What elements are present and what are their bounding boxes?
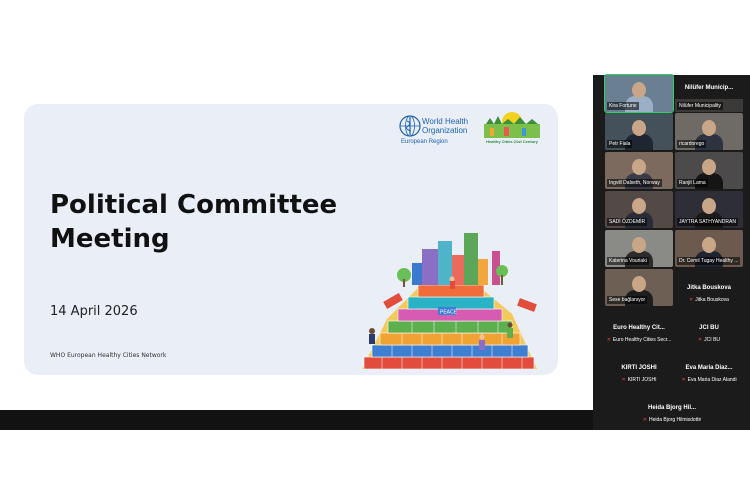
participant-offcam-tile[interactable]: Heida Bjorg Hil... ✕ Heida Bjorg Hilmisdot…	[637, 395, 707, 425]
participant-video-tile[interactable]: Ingvill Dalseth, Norway	[605, 152, 673, 189]
participant-offcam-tile[interactable]: JCI BU ✕ JCI BU	[675, 315, 743, 345]
participant-name: Sese bağlanıyor	[609, 297, 646, 303]
participant-head	[702, 159, 716, 175]
participant-video-tile[interactable]: ricardorego	[675, 113, 743, 150]
slide-footer: WHO European Healthy Cities Network	[50, 352, 167, 359]
participant-name-tag: Petr Fiala	[607, 140, 633, 148]
participant-display-name: Jitka Bouskova	[686, 285, 732, 291]
participant-head	[702, 120, 716, 136]
muted-mic-icon: ✕	[642, 417, 647, 423]
participant-name-tag: ✕ Jitka Bouskova	[687, 296, 731, 304]
shared-screen-bottom-bar	[0, 410, 593, 430]
participant-name-tag: Ranjit Lama	[677, 179, 708, 187]
who-name-line1: World Health	[422, 117, 469, 126]
participant-head	[702, 198, 716, 214]
who-logo: World Health Organization European Regio…	[399, 114, 489, 148]
participant-name-tag: ✕ Heida Bjorg Hilmisdottir	[641, 416, 703, 424]
healthy-cities-logo: Healthy Cities 21st Century	[482, 110, 542, 150]
participant-head	[632, 276, 646, 292]
peace-sign-text: PEACE	[440, 310, 458, 316]
participant-name-tag: Katerina Vouriaki	[607, 257, 649, 265]
participant-offcam-tile[interactable]: Jitka Bouskova ✕ Jitka Bouskova	[675, 275, 743, 305]
participant-display-name: Nilüfer Municip...	[684, 85, 734, 91]
participant-offcam-tile[interactable]: Eva Maria Diaz... ✕ Eva Maria Diaz Alandi	[675, 355, 743, 385]
participant-name-tag: JAYTRA SATHYANDRAN	[677, 218, 738, 226]
participant-display-name: Euro Healthy Cit...	[613, 325, 665, 331]
slide-title-line2: Meeting	[50, 224, 170, 254]
participant-head	[632, 198, 646, 214]
participant-name-tag: ✕ JCI BU	[696, 336, 722, 344]
participant-video-tile[interactable]: JAYTRA SATHYANDRAN	[675, 191, 743, 228]
participant-name: Ingvill Dalseth, Norway	[609, 180, 660, 186]
participant-head	[702, 237, 716, 253]
shared-screen: World Health Organization European Regio…	[0, 75, 593, 410]
participant-name-tag: SADİ ÖZDEMİR	[607, 218, 648, 226]
participant-offcam-tile[interactable]: KIRTI JOSHI ✕ KIRTI JOSHI	[605, 355, 673, 385]
participant-video-tile[interactable]: Katerina Vouriaki	[605, 230, 673, 267]
muted-mic-icon: ✕	[697, 337, 703, 343]
participant-name: Nilüfer Municipality	[679, 103, 721, 109]
participant-video-tile[interactable]: SADİ ÖZDEMİR	[605, 191, 673, 228]
participant-display-name: KIRTI JOSHI	[621, 365, 657, 371]
participant-gallery: Kira Fortune Nilüfer Municip... Nilüfer Mu…	[593, 74, 750, 430]
participant-name: ricardorego	[679, 141, 705, 147]
participant-name: Jitka Bouskova	[695, 297, 729, 303]
participant-name: Eva Maria Diaz Alandi	[687, 377, 737, 383]
participant-name-tag: Dr. Cemil Tugay Healthy ...	[677, 257, 741, 265]
who-name-line2: Organization	[422, 126, 468, 135]
muted-mic-icon: ✕	[621, 377, 626, 383]
muted-mic-icon: ✕	[681, 377, 686, 383]
slide-title: Political Committee Meeting	[50, 188, 350, 256]
participant-name-tag: Ingvill Dalseth, Norway	[607, 179, 662, 187]
participant-video-tile[interactable]: Ranjit Lama	[675, 152, 743, 189]
who-emblem-icon	[399, 115, 421, 137]
city-pyramid-illustration: PEACE	[362, 233, 537, 370]
participant-name-tag: Sese bağlanıyor	[607, 296, 648, 304]
participant-head	[632, 120, 646, 136]
participant-name-tag: ricardorego	[677, 140, 707, 148]
participant-head	[632, 159, 646, 175]
participant-name-tag: Nilüfer Municipality	[677, 102, 723, 110]
participant-name-tag: ✕ Eva Maria Diaz Alandi	[679, 376, 738, 384]
slide-title-line1: Political Committee	[50, 190, 338, 220]
participant-name: Katerina Vouriaki	[609, 258, 647, 264]
participant-name: KIRTI JOSHI	[627, 377, 657, 383]
meeting-window: World Health Organization European Regio…	[0, 74, 750, 430]
participant-video-tile[interactable]: Dr. Cemil Tugay Healthy ...	[675, 230, 743, 267]
participant-name: Ranjit Lama	[679, 180, 706, 186]
who-name: World Health Organization	[422, 117, 468, 135]
muted-mic-icon: ✕	[606, 337, 611, 343]
participant-name-tag: Kira Fortune	[607, 102, 639, 110]
participant-name: SADİ ÖZDEMİR	[609, 219, 646, 225]
participant-name: Petr Fiala	[609, 141, 631, 147]
participant-head	[632, 82, 646, 98]
presentation-slide: World Health Organization European Regio…	[24, 104, 558, 375]
participant-name: Dr. Cemil Tugay Healthy ...	[679, 258, 739, 264]
who-region: European Region	[401, 139, 448, 145]
participant-name: Heida Bjorg Hilmisdottir	[648, 417, 702, 423]
participant-name-tag: ✕ Euro Healthy Cities Secr...	[605, 336, 673, 344]
participant-display-name: Heida Bjorg Hil...	[647, 405, 696, 411]
muted-mic-icon: ✕	[689, 297, 694, 303]
participant-display-name: Eva Maria Diaz...	[685, 365, 733, 371]
participant-name: Euro Healthy Cities Secr...	[612, 337, 672, 343]
participant-video-tile[interactable]: Kira Fortune	[604, 74, 674, 113]
participant-video-tile[interactable]: Sese bağlanıyor	[605, 269, 673, 306]
participant-name: JAYTRA SATHYANDRAN	[679, 219, 736, 225]
participant-display-name: JCI BU	[699, 325, 719, 331]
participant-name-tag: ✕ KIRTI JOSHI	[619, 376, 658, 384]
participant-name: JCI BU	[704, 337, 721, 343]
participant-video-tile[interactable]: Nilüfer Municipality	[675, 99, 743, 112]
slide-date: 14 April 2026	[50, 304, 138, 319]
participant-name: Kira Fortune	[609, 103, 637, 109]
participant-head	[632, 237, 646, 253]
healthy-cities-emblem-icon	[484, 112, 540, 138]
participant-video-tile[interactable]: Petr Fiala	[605, 113, 673, 150]
participant-offcam-tile[interactable]: Euro Healthy Cit... ✕ Euro Healthy Cities …	[605, 315, 673, 345]
healthy-cities-caption: Healthy Cities 21st Century	[486, 139, 538, 144]
